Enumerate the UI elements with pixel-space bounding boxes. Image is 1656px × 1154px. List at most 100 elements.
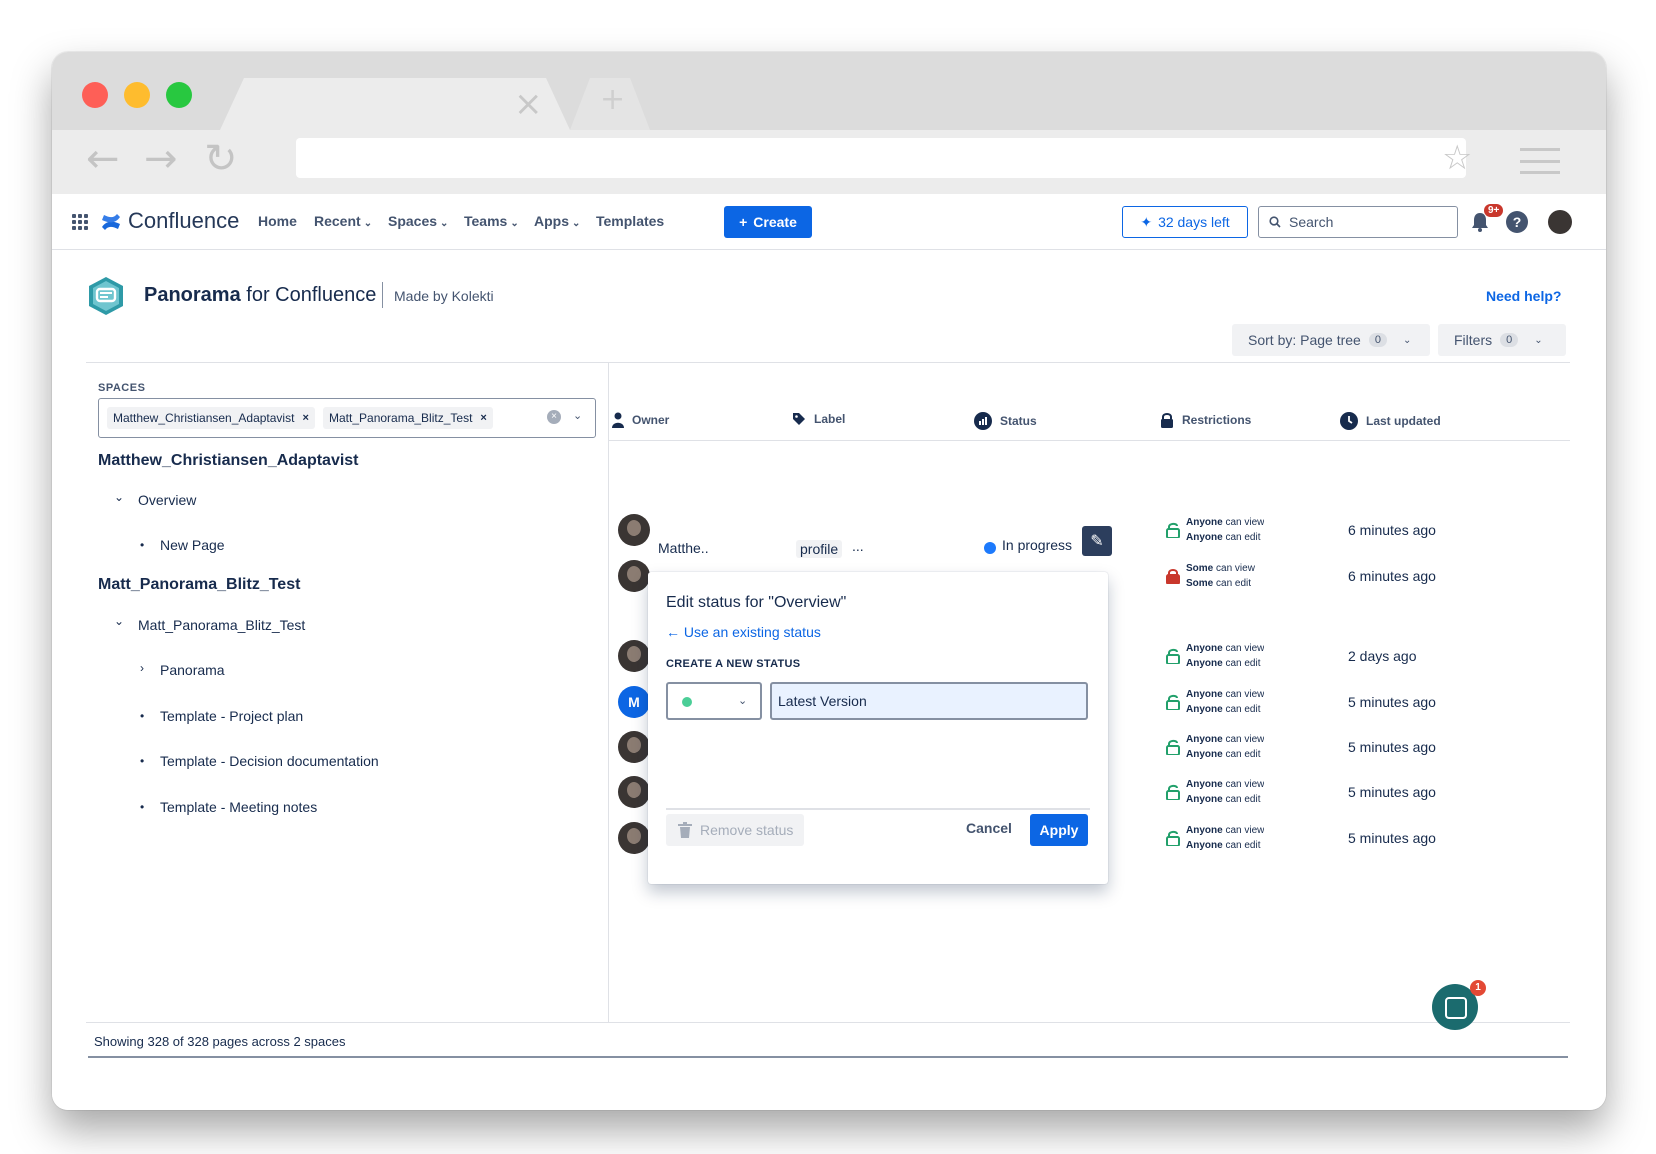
- owner-avatar[interactable]: [618, 560, 650, 592]
- nav-recent[interactable]: Recent ⌄: [314, 213, 372, 229]
- panorama-title-bold: Panorama: [144, 284, 241, 306]
- owner-avatar[interactable]: [618, 514, 650, 546]
- nav-teams[interactable]: Teams ⌄: [464, 213, 519, 229]
- view-restriction: Anyone can view: [1186, 732, 1264, 747]
- column-header-status[interactable]: Status: [974, 412, 1037, 430]
- apply-button[interactable]: Apply: [1030, 814, 1088, 846]
- address-bar[interactable]: [296, 138, 1466, 178]
- help-icon[interactable]: ?: [1506, 211, 1528, 233]
- app-switcher-icon[interactable]: [72, 214, 88, 230]
- owner-avatar[interactable]: [618, 822, 650, 854]
- person-icon: [612, 412, 624, 428]
- owner-avatar[interactable]: [618, 776, 650, 808]
- owner-avatar[interactable]: [618, 640, 650, 672]
- chat-unread-badge: 1: [1470, 980, 1486, 996]
- trial-days-button[interactable]: ✦ 32 days left: [1122, 206, 1248, 238]
- tree-item[interactable]: New Page: [160, 537, 225, 553]
- more-labels[interactable]: ...: [852, 538, 864, 554]
- remove-chip-icon[interactable]: ×: [302, 412, 308, 424]
- status-text[interactable]: In progress: [1002, 537, 1072, 553]
- owner-name[interactable]: Matthe..: [658, 540, 709, 556]
- nav-templates[interactable]: Templates: [596, 213, 664, 229]
- filters-dropdown[interactable]: Filters 0 ⌄: [1438, 324, 1566, 356]
- brand-name[interactable]: Confluence: [128, 208, 239, 234]
- restriction-permission: can edit: [1222, 658, 1261, 669]
- space-chip[interactable]: Matthew_Christiansen_Adaptavist ×: [107, 407, 315, 429]
- space-chip[interactable]: Matt_Panorama_Blitz_Test ×: [323, 407, 493, 429]
- tree-item[interactable]: Template - Decision documentation: [160, 753, 379, 769]
- minimize-window-button[interactable]: [124, 82, 150, 108]
- trial-days-label: 32 days left: [1158, 214, 1230, 230]
- tree-item[interactable]: Template - Project plan: [160, 708, 303, 724]
- nav-apps[interactable]: Apps ⌄: [534, 213, 580, 229]
- restrictions-text[interactable]: Anyone can view Anyone can edit: [1186, 641, 1264, 671]
- restrictions-text[interactable]: Anyone can view Anyone can edit: [1186, 732, 1264, 762]
- restriction-permission: can view: [1222, 689, 1264, 700]
- restriction-permission: can view: [1222, 517, 1264, 528]
- restrictions-text[interactable]: Some can view Some can edit: [1186, 561, 1264, 591]
- need-help-link[interactable]: Need help?: [1486, 288, 1561, 304]
- cancel-button[interactable]: Cancel: [966, 820, 1012, 836]
- tree-item[interactable]: Panorama: [160, 662, 225, 678]
- column-header-label: Owner: [632, 413, 670, 427]
- chevron-right-icon[interactable]: ›: [140, 661, 144, 675]
- tree-item[interactable]: Overview: [138, 492, 196, 508]
- maximize-window-button[interactable]: [166, 82, 192, 108]
- remove-status-button[interactable]: Remove status: [666, 814, 804, 846]
- restrictions-text[interactable]: Anyone can view Anyone can edit: [1186, 687, 1264, 717]
- reload-icon[interactable]: ↻: [204, 136, 238, 182]
- column-header-owner[interactable]: Owner: [612, 412, 669, 428]
- nav-spaces[interactable]: Spaces ⌄: [388, 213, 448, 229]
- search-input[interactable]: Search: [1258, 206, 1458, 238]
- forward-icon[interactable]: →: [144, 136, 178, 182]
- restriction-permission: can view: [1222, 779, 1264, 790]
- clear-selection-icon[interactable]: ×: [547, 410, 561, 424]
- tree-space-title[interactable]: Matthew_Christiansen_Adaptavist: [98, 452, 359, 470]
- chevron-down-icon[interactable]: ⌄: [573, 409, 582, 422]
- tab-close-icon[interactable]: ×: [514, 84, 543, 124]
- popover-title: Edit status for "Overview": [666, 594, 847, 611]
- nav-home-label: Home: [258, 213, 297, 229]
- chevron-down-icon[interactable]: ⌄: [114, 490, 124, 504]
- column-header-restrictions[interactable]: Restrictions: [1160, 412, 1251, 428]
- create-button[interactable]: + Create: [724, 206, 812, 238]
- column-header-label[interactable]: Label: [792, 412, 845, 426]
- edit-status-button[interactable]: ✎: [1082, 526, 1112, 556]
- nav-home[interactable]: Home: [258, 213, 297, 229]
- owner-avatar[interactable]: M: [618, 686, 650, 718]
- sort-dropdown[interactable]: Sort by: Page tree 0 ⌄: [1232, 324, 1430, 356]
- space-chip-label: Matt_Panorama_Blitz_Test: [329, 411, 473, 425]
- restrictions-text[interactable]: Anyone can view Anyone can edit: [1186, 823, 1264, 853]
- edit-restriction: Anyone can edit: [1186, 747, 1264, 762]
- restrictions-text[interactable]: Anyone can view Anyone can edit: [1186, 777, 1264, 807]
- edit-restriction: Anyone can edit: [1186, 792, 1264, 807]
- column-header-last-updated[interactable]: Last updated: [1340, 412, 1441, 430]
- use-existing-status-link[interactable]: ← Use an existing status: [666, 624, 821, 640]
- restriction-scope: Some: [1186, 578, 1214, 589]
- chevron-down-icon[interactable]: ⌄: [114, 614, 124, 628]
- restrictions-text[interactable]: Anyone can view Anyone can edit: [1186, 515, 1264, 545]
- confluence-app: Confluence Home Recent ⌄ Spaces ⌄ Teams ⌄ A…: [52, 194, 1606, 1110]
- browser-menu-icon[interactable]: [1520, 148, 1560, 174]
- owner-avatar[interactable]: [618, 731, 650, 763]
- status-color-select[interactable]: ⌄: [666, 682, 762, 720]
- new-tab-icon[interactable]: +: [600, 82, 625, 117]
- restriction-scope: Anyone: [1186, 794, 1223, 805]
- label-chip[interactable]: profile: [796, 540, 843, 558]
- tag-icon: [793, 413, 805, 425]
- tree-space-title[interactable]: Matt_Panorama_Blitz_Test: [98, 576, 300, 594]
- status-name-input[interactable]: [770, 682, 1088, 720]
- confluence-logo-icon[interactable]: [100, 211, 122, 233]
- edit-restriction: Anyone can edit: [1186, 702, 1264, 717]
- trash-icon: [678, 822, 692, 838]
- user-avatar[interactable]: [1548, 210, 1572, 234]
- spaces-multiselect[interactable]: Matthew_Christiansen_Adaptavist × Matt_Pa…: [98, 398, 596, 438]
- tree-item[interactable]: Template - Meeting notes: [160, 799, 317, 815]
- search-icon: [1269, 216, 1281, 228]
- lock-open-icon: [1166, 648, 1180, 664]
- close-window-button[interactable]: [82, 82, 108, 108]
- tree-item[interactable]: Matt_Panorama_Blitz_Test: [138, 617, 305, 633]
- bookmark-star-icon[interactable]: ☆: [1442, 138, 1472, 178]
- back-icon[interactable]: ←: [86, 136, 120, 182]
- remove-chip-icon[interactable]: ×: [480, 412, 486, 424]
